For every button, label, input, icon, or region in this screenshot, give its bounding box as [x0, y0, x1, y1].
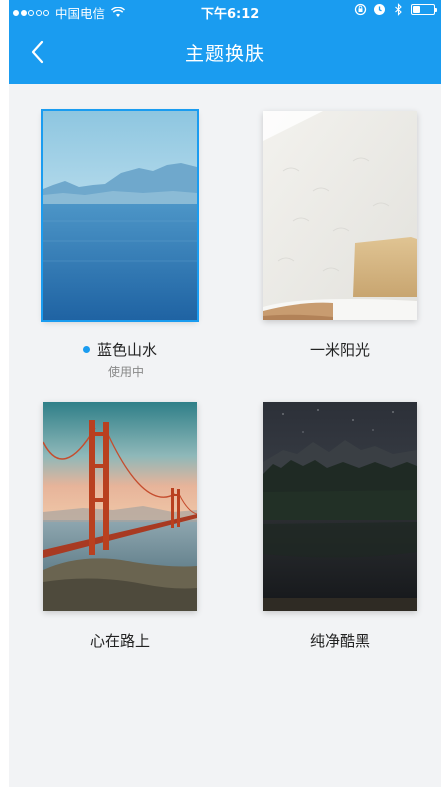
status-time: 下午6:12 — [201, 7, 260, 22]
signal-strength-icon — [13, 9, 49, 16]
theme-name: 纯净酷黑 — [309, 632, 370, 650]
navigation-bar: 主题换肤 — [9, 21, 441, 84]
bluetooth-icon — [395, 3, 402, 16]
theme-card-sunshine[interactable]: 一米阳光 — [263, 111, 417, 360]
theme-label-row: 纯净酷黑 — [263, 630, 417, 651]
wifi-icon — [111, 7, 126, 17]
theme-name: 心在路上 — [89, 632, 150, 650]
theme-thumbnail[interactable] — [263, 402, 417, 611]
theme-thumbnail[interactable] — [41, 109, 199, 322]
carrier-label: 中国电信 — [55, 6, 106, 21]
theme-thumbnail[interactable] — [43, 402, 197, 611]
theme-card-on-the-road[interactable]: 心在路上 — [43, 402, 197, 651]
battery-icon — [411, 4, 437, 15]
theme-name: 蓝色山水 — [96, 341, 157, 359]
status-bar: 中国电信 下午6:12 — [9, 0, 441, 22]
theme-thumbnail[interactable] — [263, 111, 417, 320]
theme-name: 一米阳光 — [309, 341, 370, 359]
theme-card-blue-mountains[interactable]: 蓝色山水 使用中 — [41, 109, 199, 380]
theme-card-pure-black[interactable]: 纯净酷黑 — [263, 402, 417, 651]
theme-label-row: 一米阳光 — [263, 339, 417, 360]
status-left: 中国电信 — [13, 3, 126, 22]
alarm-icon — [374, 4, 385, 15]
sunshine-room-image — [263, 111, 417, 320]
blue-mountains-image — [43, 111, 197, 320]
status-right — [354, 3, 437, 16]
theme-status: 使用中 — [107, 365, 144, 379]
phone-screen: 中国电信 下午6:12 主题换肤 蓝色山水 使用中 一米阳光 心在路上 纯净酷黑 — [9, 0, 441, 787]
theme-label-row: 心在路上 — [43, 630, 197, 651]
orientation-lock-icon — [354, 3, 367, 16]
selected-indicator-dot — [82, 346, 90, 353]
night-lake-image — [263, 402, 417, 611]
theme-label-row: 蓝色山水 — [43, 339, 197, 360]
golden-gate-bridge-image — [43, 402, 197, 611]
page-title: 主题换肤 — [184, 43, 265, 65]
